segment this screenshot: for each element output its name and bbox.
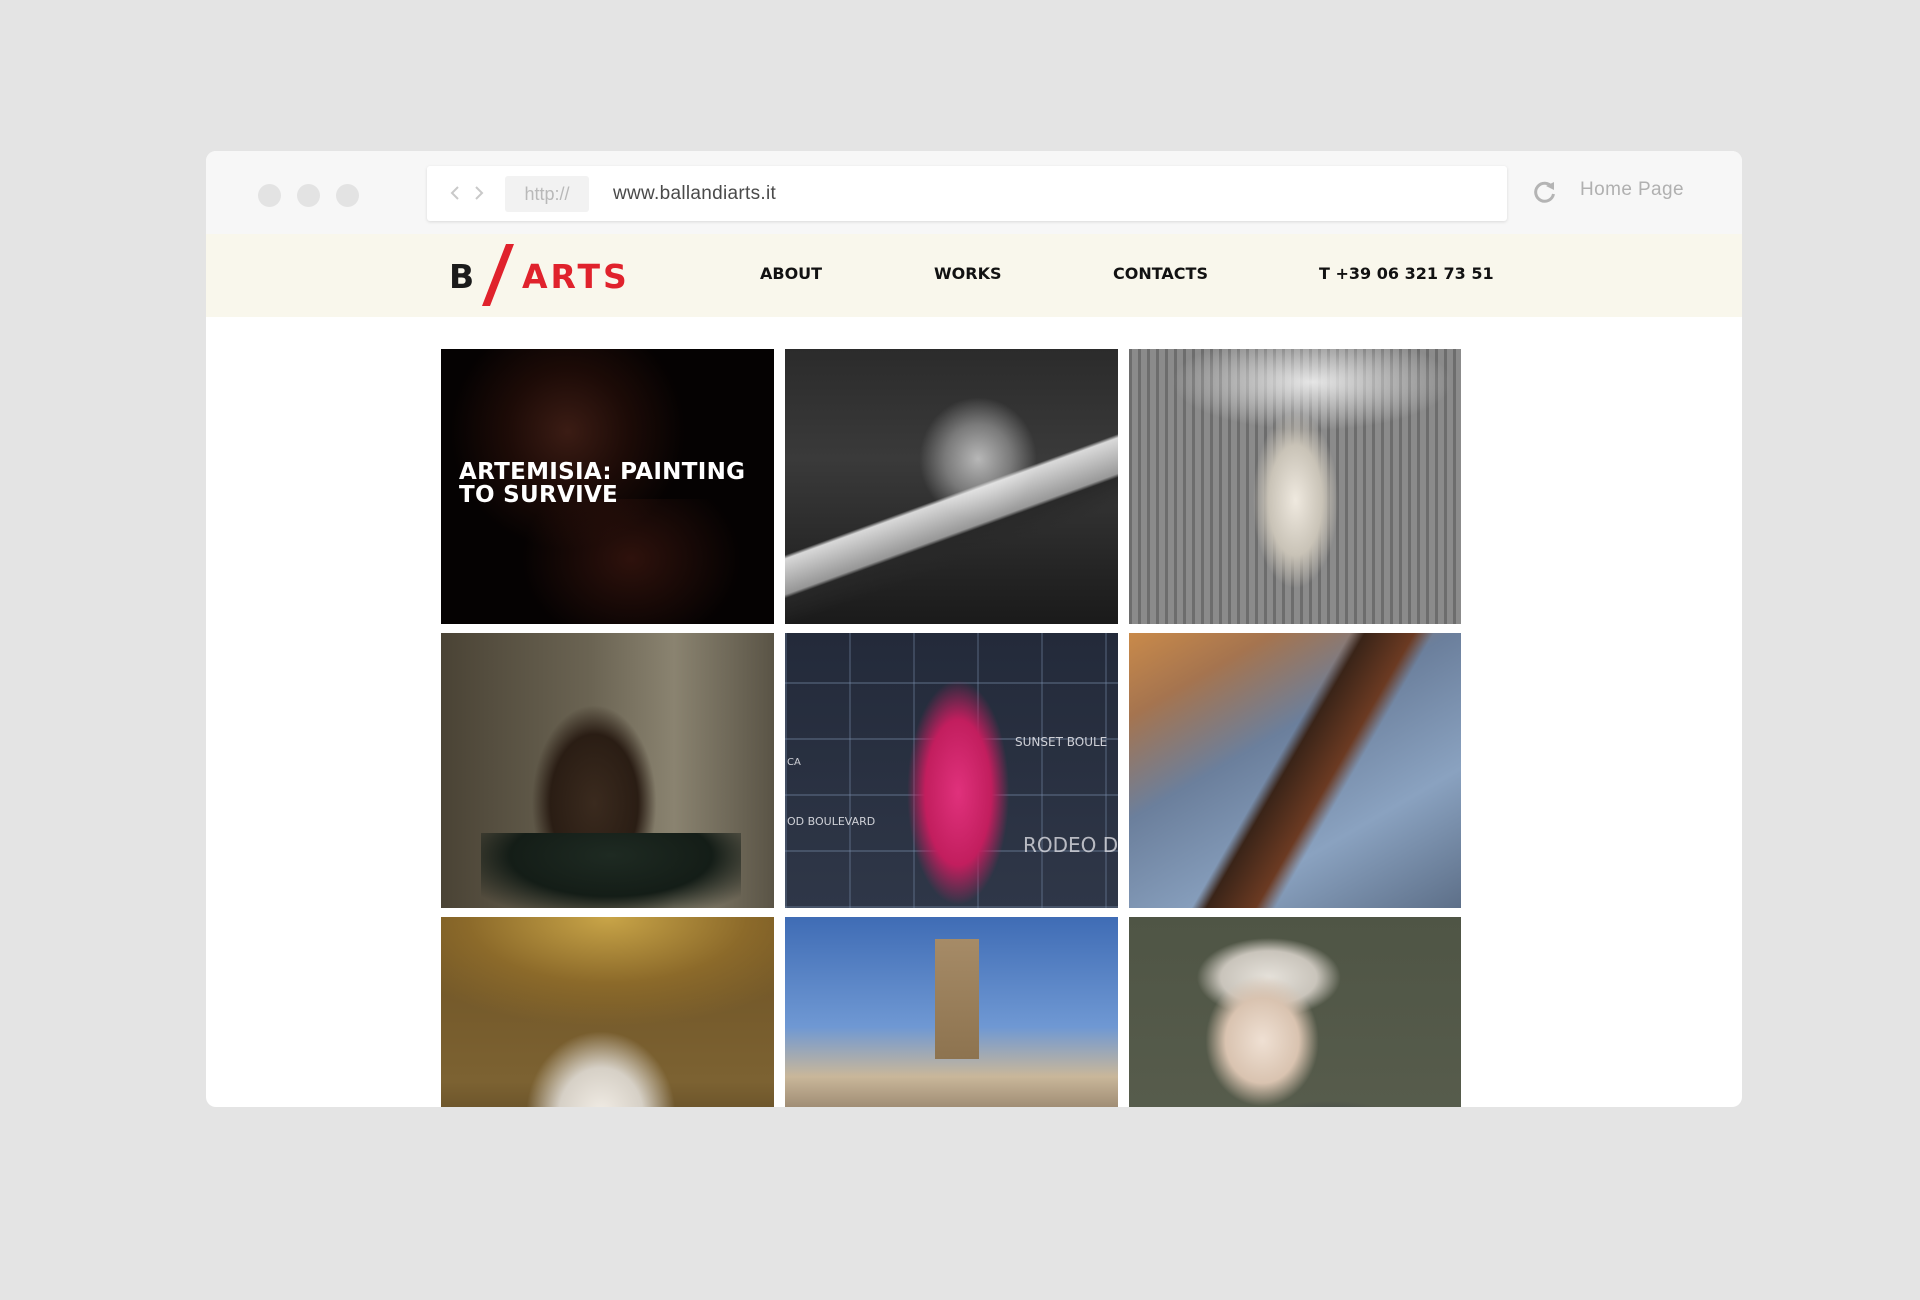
back-arrow-icon[interactable]	[447, 182, 463, 204]
nav-phone[interactable]: T +39 06 321 73 51	[1319, 264, 1494, 283]
url-protocol: http://	[505, 176, 589, 212]
tile-image	[1129, 349, 1461, 624]
window-maximize-dot[interactable]	[336, 184, 359, 207]
gallery-tile[interactable]	[1129, 633, 1461, 908]
nav-about[interactable]: ABOUT	[760, 264, 822, 283]
nav-works[interactable]: WORKS	[934, 264, 1002, 283]
tile-image	[441, 633, 774, 908]
works-gallery: ARTEMISIA: PAINTING TO SURVIVE SUNSET BO…	[441, 349, 1461, 1107]
forward-arrow-icon[interactable]	[471, 182, 487, 204]
tile-image	[441, 917, 774, 1107]
browser-window: http:// www.ballandiarts.it Home Page B …	[206, 151, 1742, 1107]
gallery-tile[interactable]	[441, 633, 774, 908]
logo-b: B	[449, 257, 478, 296]
tile-title: ARTEMISIA: PAINTING TO SURVIVE	[459, 459, 746, 508]
gallery-tile[interactable]	[785, 917, 1118, 1107]
nav-contacts[interactable]: CONTACTS	[1113, 264, 1208, 283]
url-text[interactable]: www.ballandiarts.it	[613, 166, 776, 221]
tile-image	[1129, 633, 1461, 908]
reload-icon[interactable]	[1532, 179, 1558, 205]
gallery-tile[interactable]	[785, 349, 1118, 624]
address-bar[interactable]: http:// www.ballandiarts.it	[427, 166, 1507, 221]
street-sign-text: CA	[787, 757, 801, 768]
gallery-tile[interactable]	[1129, 917, 1461, 1107]
street-sign-text: OD BOULEVARD	[787, 815, 876, 828]
street-sign-text: SUNSET BOULE	[1015, 735, 1108, 749]
tile-image	[1129, 917, 1461, 1107]
gallery-tile[interactable]	[1129, 349, 1461, 624]
home-page-link[interactable]: Home Page	[1580, 179, 1684, 201]
tile-image	[785, 917, 1118, 1107]
window-close-dot[interactable]	[258, 184, 281, 207]
browser-toolbar: http:// www.ballandiarts.it Home Page	[206, 151, 1742, 234]
tile-image	[785, 633, 1118, 908]
logo-arts: ARTS	[522, 257, 630, 296]
site-logo[interactable]: B ARTS	[449, 244, 649, 310]
logo-slash-icon	[482, 244, 514, 306]
gallery-tile[interactable]	[441, 917, 774, 1107]
window-minimize-dot[interactable]	[297, 184, 320, 207]
street-sign-text: RODEO D	[1023, 833, 1118, 857]
gallery-tile-artemisia[interactable]: ARTEMISIA: PAINTING TO SURVIVE	[441, 349, 774, 624]
gallery-tile[interactable]: SUNSET BOULE CA OD BOULEVARD RODEO D	[785, 633, 1118, 908]
tile-image	[785, 349, 1118, 624]
site-header: B ARTS ABOUT WORKS CONTACTS T +39 06 321…	[206, 234, 1742, 317]
